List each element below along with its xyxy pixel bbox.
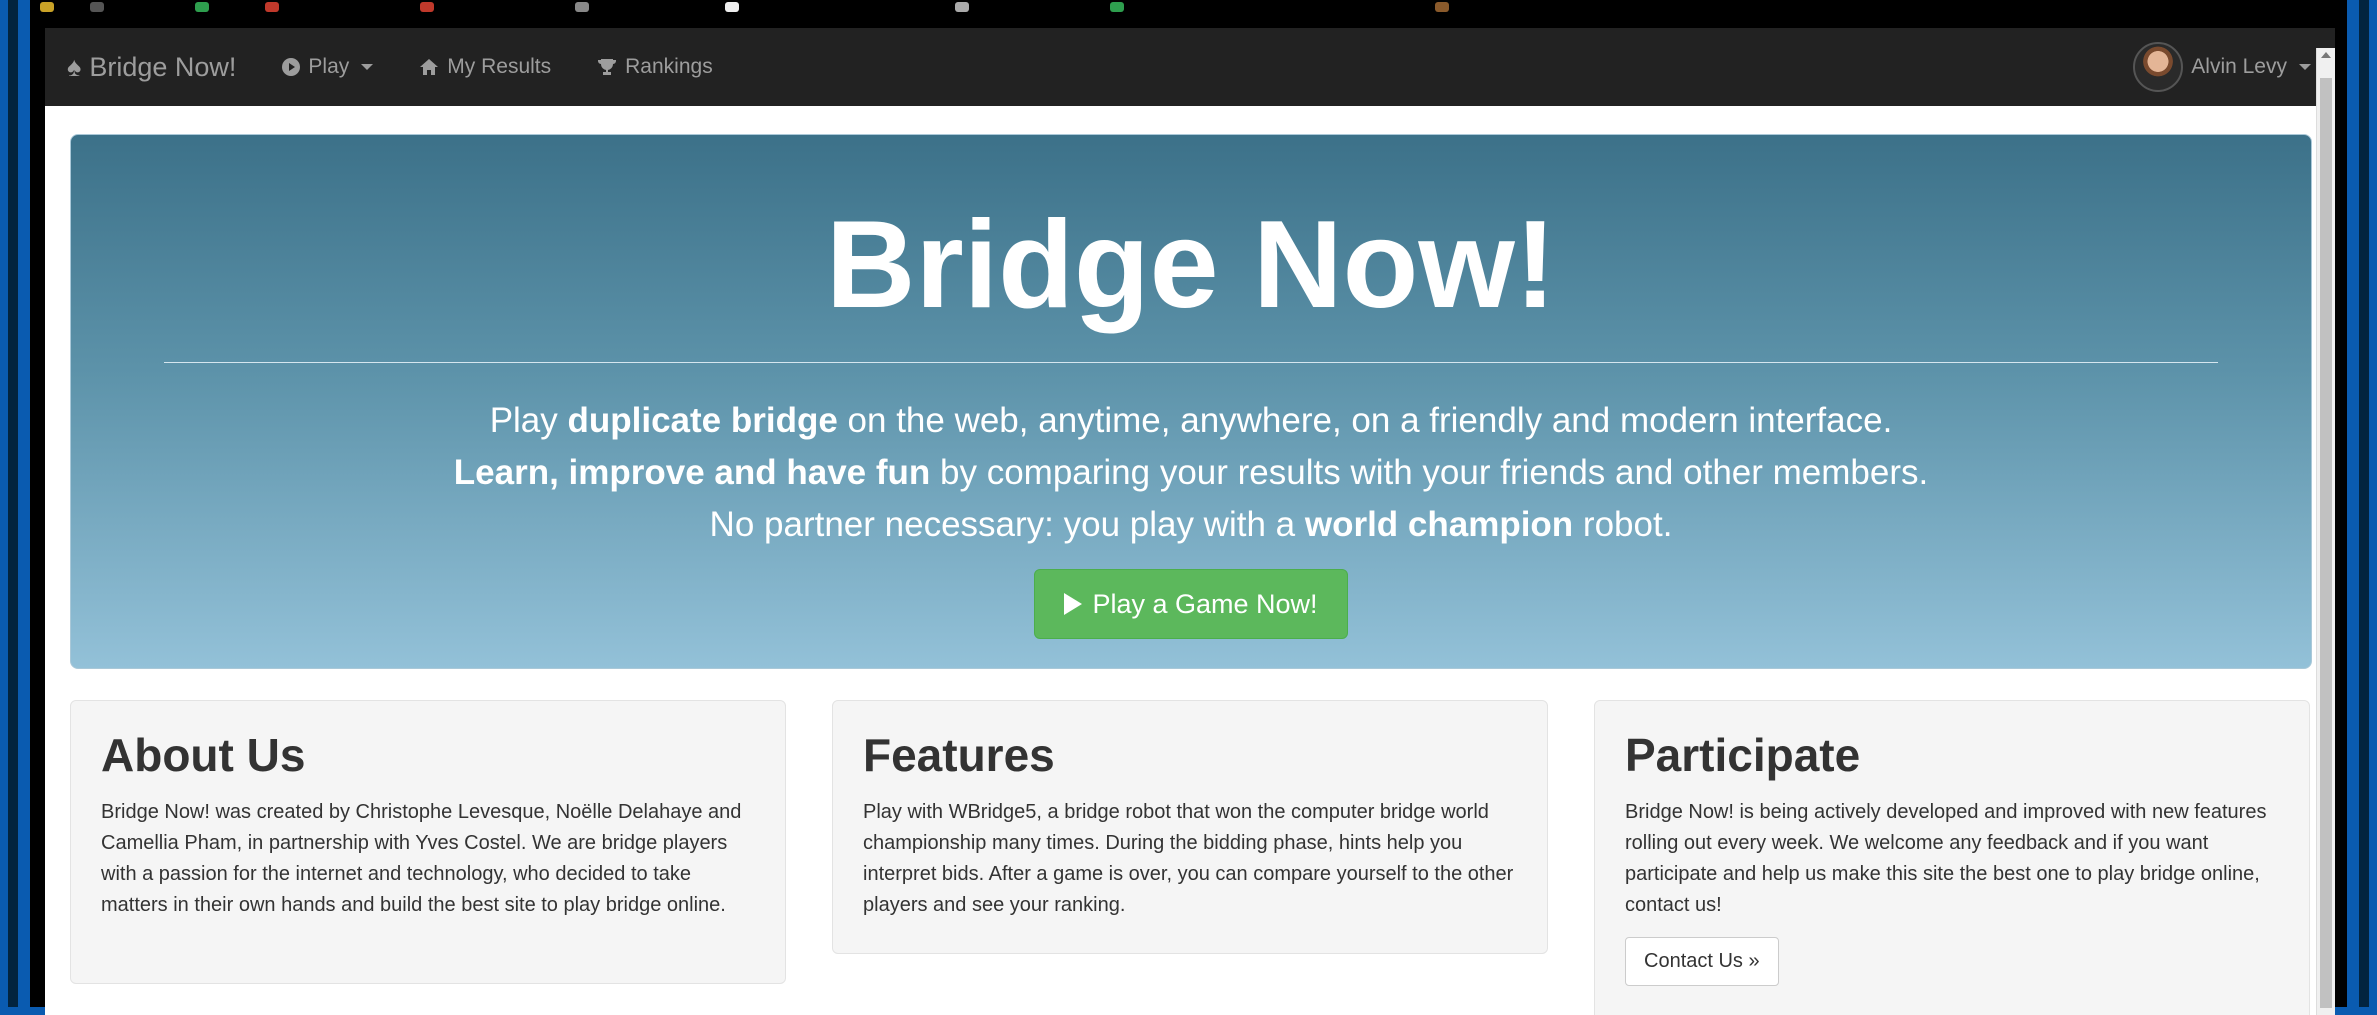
hero-tagline: Play duplicate bridge on the web, anytim… (71, 395, 2311, 551)
play-game-now-label: Play a Game Now! (1092, 588, 1318, 619)
hero-divider (164, 362, 2218, 363)
tagline-text: No partner necessary: you play with a (709, 505, 1305, 544)
tagline-line-3: No partner necessary: you play with a wo… (71, 499, 2311, 551)
bookmark-icon[interactable] (195, 2, 209, 12)
bookmarks-bar (30, 0, 2347, 12)
features-title: Features (863, 729, 1055, 781)
bookmark-icon[interactable] (575, 2, 589, 12)
nav-rankings[interactable]: Rankings (597, 55, 713, 79)
bookmark-icon[interactable] (1435, 2, 1449, 12)
trophy-icon (598, 59, 617, 75)
bookmark-icon[interactable] (40, 2, 54, 12)
home-icon (420, 59, 439, 75)
window-frame-left (0, 0, 30, 1015)
bookmark-icon[interactable] (725, 2, 739, 12)
bookmark-icon[interactable] (420, 2, 434, 12)
nav-rankings-label: Rankings (625, 55, 713, 78)
tagline-text: Play (489, 401, 568, 440)
participate-title: Participate (1625, 729, 1861, 781)
web-page: ♠ Bridge Now! Play My Results Rankings A… (45, 28, 2335, 1015)
play-game-now-button[interactable]: Play a Game Now! (1034, 569, 1348, 639)
bookmark-icon[interactable] (1110, 2, 1124, 12)
features-text: Play with WBridge5, a bridge robot that … (863, 801, 1514, 916)
tagline-emphasis: Learn, improve and have fun (453, 453, 931, 492)
spade-icon: ♠ (67, 51, 82, 82)
tagline-text: robot. (1573, 505, 1673, 544)
features-panel: Features Play with WBridge5, a bridge ro… (832, 700, 1548, 954)
nav-play-dropdown[interactable]: Play (282, 55, 374, 79)
tagline-emphasis: world champion (1304, 505, 1574, 544)
top-navbar: ♠ Bridge Now! Play My Results Rankings A… (45, 28, 2335, 106)
play-circle-icon (282, 58, 301, 76)
tagline-text: on the web, anytime, anywhere, on a frie… (837, 401, 1893, 440)
tagline-text: by comparing your results with your frie… (930, 453, 1929, 492)
user-menu[interactable]: Alvin Levy (2133, 28, 2311, 106)
brand-label: Bridge Now! (89, 51, 237, 82)
scrollbar-thumb[interactable] (2320, 78, 2332, 1008)
play-triangle-icon (1064, 593, 1083, 615)
user-name: Alvin Levy (2191, 55, 2287, 78)
scroll-up-icon[interactable] (2321, 52, 2331, 58)
vertical-scrollbar[interactable] (2316, 48, 2335, 1015)
tagline-line-2: Learn, improve and have fun by comparing… (71, 447, 2311, 499)
window-frame-right (2347, 0, 2377, 1015)
nav-my-results[interactable]: My Results (419, 55, 551, 79)
chevron-down-icon (2299, 64, 2311, 70)
chevron-down-icon (361, 64, 374, 70)
hero-jumbotron: Bridge Now! Play duplicate bridge on the… (70, 134, 2312, 669)
brand-link[interactable]: ♠ Bridge Now! (67, 52, 236, 83)
tagline-line-1: Play duplicate bridge on the web, anytim… (71, 395, 2311, 447)
nav-play-label: Play (308, 55, 350, 78)
hero-title: Bridge Now! (825, 196, 1557, 334)
avatar (2133, 42, 2184, 92)
bookmark-icon[interactable] (90, 2, 104, 12)
tagline-emphasis: duplicate bridge (567, 401, 838, 440)
bookmark-icon[interactable] (265, 2, 279, 12)
nav-my-results-label: My Results (447, 55, 552, 78)
bookmark-icon[interactable] (955, 2, 969, 12)
about-us-text: Bridge Now! was created by Christophe Le… (101, 801, 742, 916)
about-us-panel: About Us Bridge Now! was created by Chri… (70, 700, 786, 984)
about-us-title: About Us (101, 729, 306, 781)
contact-us-button[interactable]: Contact Us » (1625, 937, 1779, 986)
participate-text: Bridge Now! is being actively developed … (1625, 801, 2267, 916)
participate-panel: Participate Bridge Now! is being activel… (1594, 700, 2310, 1015)
